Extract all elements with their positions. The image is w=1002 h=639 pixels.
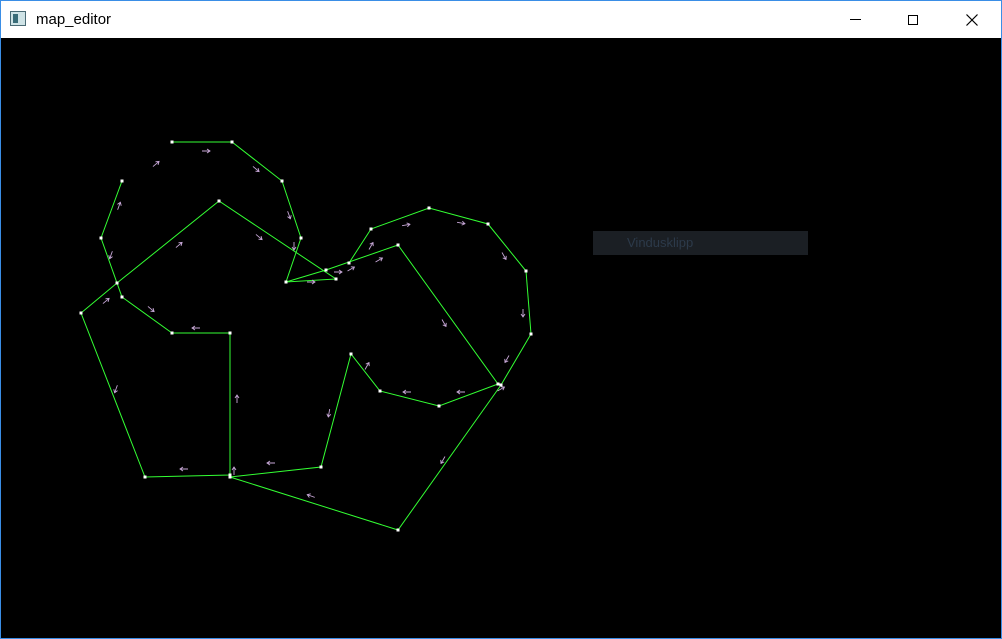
map-vertex[interactable] xyxy=(99,236,103,240)
close-button[interactable] xyxy=(943,1,1001,38)
map-vertex[interactable] xyxy=(299,236,303,240)
edge-direction-arrow xyxy=(102,297,110,304)
map-vertex[interactable] xyxy=(378,389,382,393)
edge-direction-arrow xyxy=(334,269,343,275)
edge-direction-arrow xyxy=(252,166,260,173)
snip-tooltip-label: Vindusklipp xyxy=(627,235,694,250)
edge-direction-arrow xyxy=(368,241,374,250)
title-bar[interactable]: map_editor xyxy=(1,1,1001,38)
window-title: map_editor xyxy=(36,11,112,28)
map-vertex[interactable] xyxy=(228,475,232,479)
map-vertex[interactable] xyxy=(499,383,503,387)
map-vertex[interactable] xyxy=(228,331,232,335)
app-window-icon xyxy=(10,11,26,26)
snip-tooltip: Vindusklipp xyxy=(593,231,808,255)
minimize-button[interactable] xyxy=(826,1,884,38)
edge-direction-arrow xyxy=(291,242,297,251)
edge-direction-arrow xyxy=(175,241,183,248)
map-vertex[interactable] xyxy=(349,352,353,356)
map-vertex[interactable] xyxy=(496,382,500,386)
map-vertex[interactable] xyxy=(319,465,323,469)
map-vertex[interactable] xyxy=(529,332,533,336)
map-vertex[interactable] xyxy=(524,269,528,273)
edge-direction-arrow xyxy=(152,160,160,167)
app-window: map_editor Vindusklipp xyxy=(0,0,1002,639)
close-icon xyxy=(966,13,978,26)
edge-direction-arrow xyxy=(234,394,240,403)
edge-direction-arrow xyxy=(501,252,507,261)
map-vertex[interactable] xyxy=(120,295,124,299)
edge-direction-arrow xyxy=(287,211,292,220)
map-vertex[interactable] xyxy=(170,140,174,144)
map-vertex[interactable] xyxy=(324,268,328,272)
map-vertex[interactable] xyxy=(143,475,147,479)
map-vertex[interactable] xyxy=(217,199,221,203)
edge-direction-arrow xyxy=(375,257,384,263)
edge-direction-arrow xyxy=(306,493,315,498)
map-canvas[interactable]: Vindusklipp xyxy=(1,38,1001,638)
map-vertex[interactable] xyxy=(120,179,124,183)
map-vertex[interactable] xyxy=(396,243,400,247)
edge-direction-arrow xyxy=(202,148,211,154)
edge-direction-arrow xyxy=(401,222,411,228)
map-vertex[interactable] xyxy=(284,280,288,284)
edge-direction-arrow xyxy=(504,355,510,364)
map-edge-path[interactable] xyxy=(229,244,499,478)
map-vertex[interactable] xyxy=(427,206,431,210)
map-vertex[interactable] xyxy=(230,140,234,144)
edge-direction-arrow xyxy=(456,389,465,395)
edge-direction-arrow xyxy=(113,385,118,394)
edge-direction-arrow xyxy=(108,251,113,260)
edge-direction-arrow xyxy=(347,266,356,272)
map-vertex[interactable] xyxy=(369,227,373,231)
map-vertex[interactable] xyxy=(170,331,174,335)
edge-direction-arrow xyxy=(520,309,526,318)
map-vertex[interactable] xyxy=(79,311,83,315)
edge-direction-arrow xyxy=(255,234,263,241)
edge-direction-arrow xyxy=(191,325,200,331)
edge-direction-arrow xyxy=(117,201,122,210)
minimize-icon xyxy=(849,19,861,20)
map-vertex[interactable] xyxy=(334,277,338,281)
map-edge-path[interactable] xyxy=(229,207,532,531)
map-vertex[interactable] xyxy=(280,179,284,183)
map-vertex[interactable] xyxy=(347,261,351,265)
edge-direction-arrow xyxy=(266,460,275,466)
edge-direction-arrow xyxy=(147,306,155,313)
edge-direction-arrow xyxy=(179,466,188,472)
edge-direction-arrow xyxy=(441,319,447,328)
map-vertex[interactable] xyxy=(396,528,400,532)
edge-direction-arrow xyxy=(402,389,411,395)
edge-direction-arrow xyxy=(231,466,237,475)
maximize-icon xyxy=(908,14,918,25)
map-vertex[interactable] xyxy=(437,404,441,408)
map-vertex[interactable] xyxy=(115,281,119,285)
map-edge-path[interactable] xyxy=(80,141,338,478)
edge-direction-arrow xyxy=(364,361,370,370)
edge-direction-arrow xyxy=(456,220,466,226)
map-vertex[interactable] xyxy=(486,222,490,226)
edge-direction-arrow xyxy=(326,408,332,418)
map-graph[interactable] xyxy=(1,38,1001,638)
maximize-button[interactable] xyxy=(884,1,942,38)
